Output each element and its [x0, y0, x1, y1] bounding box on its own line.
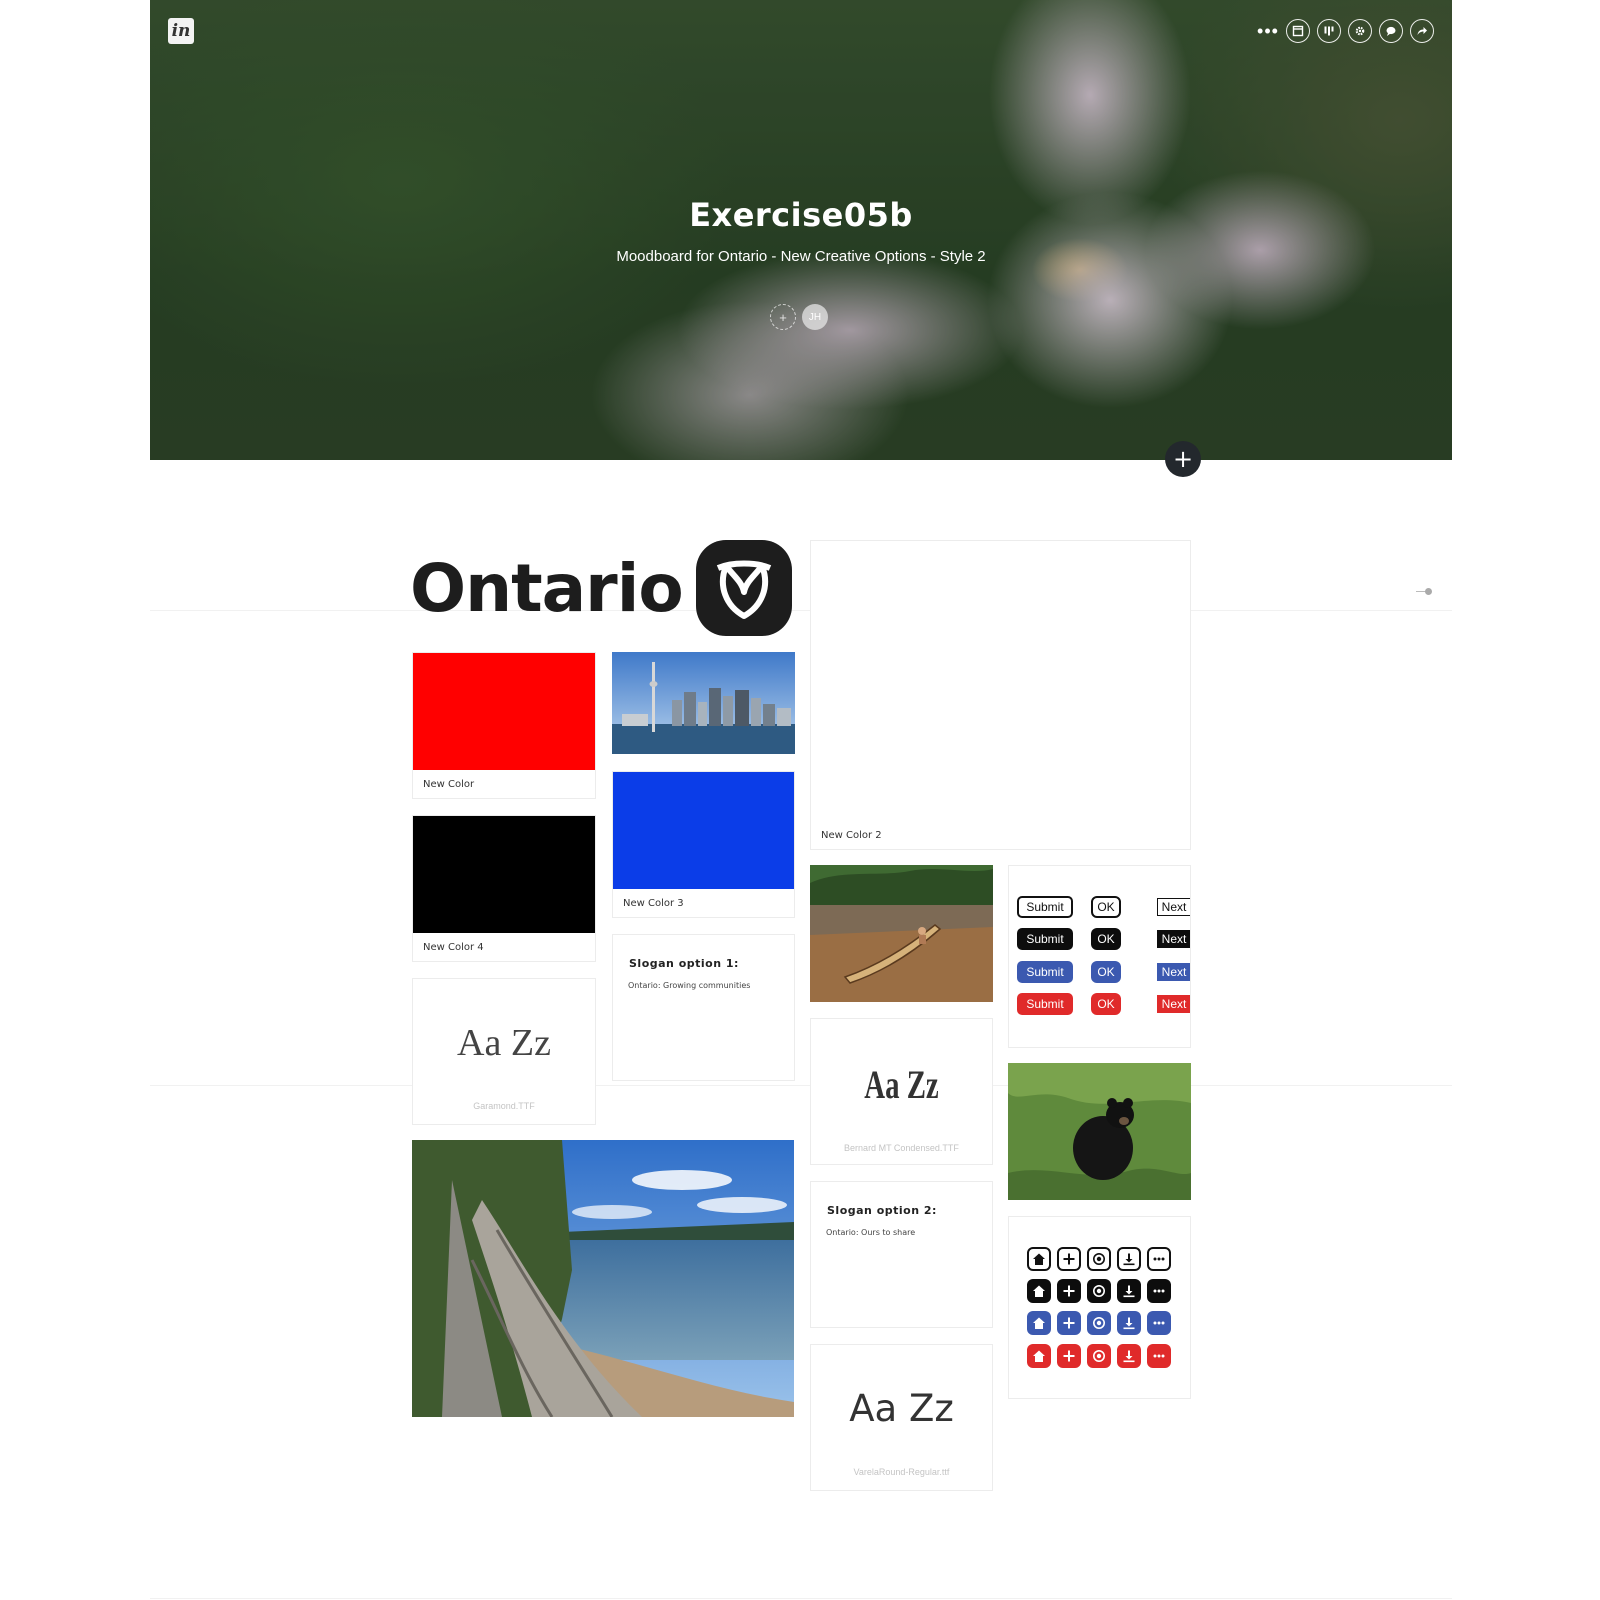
board-cover: in ••• Exercise05b Moodboard for Ontario…: [150, 0, 1452, 460]
ok-button-red: OK: [1091, 993, 1121, 1015]
ontario-logo[interactable]: Ontario: [410, 538, 792, 638]
font-name: Bernard MT Condensed.TTF: [844, 1143, 959, 1153]
more-options-icon[interactable]: •••: [1257, 19, 1279, 43]
trillium-icon: [1087, 1247, 1111, 1271]
download-icon: [1117, 1279, 1141, 1303]
color-card[interactable]: New Color 2: [810, 540, 1191, 850]
color-label: New Color: [423, 779, 475, 790]
slogan-card[interactable]: Slogan option 1: Ontario: Growing commun…: [612, 934, 795, 1081]
next-button-outline: Next: [1157, 898, 1190, 916]
next-button-black: Next: [1157, 930, 1190, 948]
avatar[interactable]: JH: [802, 304, 828, 330]
more-icon: [1147, 1279, 1171, 1303]
collaborators: + JH: [770, 304, 828, 330]
font-sample: Aa Zz: [457, 1022, 551, 1064]
font-sample: Aa Zz: [849, 1387, 954, 1430]
download-icon: [1117, 1247, 1141, 1271]
driftwood-shore-photo[interactable]: [412, 1140, 794, 1417]
slogan-title: Slogan option 1:: [629, 957, 739, 970]
row-resize-handle[interactable]: [1416, 588, 1432, 596]
plus-icon: [1057, 1311, 1081, 1335]
layout-icon[interactable]: [1286, 19, 1310, 43]
row-divider: [150, 610, 1452, 611]
submit-button-blue: Submit: [1017, 961, 1073, 983]
ok-button-blue: OK: [1091, 961, 1121, 983]
color-label: New Color 3: [623, 898, 684, 909]
trillium-icon: [1087, 1279, 1111, 1303]
slogan-text: Ontario: Growing communities: [628, 981, 751, 990]
add-collaborator-button[interactable]: +: [770, 304, 796, 330]
more-icon: [1147, 1344, 1171, 1368]
board-toolbar: •••: [1257, 19, 1434, 43]
ontario-wordmark: Ontario: [410, 550, 684, 627]
invision-logo[interactable]: in: [168, 18, 194, 44]
row-divider: [150, 1598, 1452, 1599]
download-icon: [1117, 1311, 1141, 1335]
plus-icon: [1057, 1247, 1081, 1271]
gear-icon[interactable]: [1348, 19, 1372, 43]
color-swatch: [413, 653, 595, 770]
share-icon[interactable]: [1410, 19, 1434, 43]
font-card[interactable]: Aa Zz Bernard MT Condensed.TTF: [810, 1018, 993, 1165]
color-card[interactable]: New Color: [412, 652, 596, 799]
submit-button-black: Submit: [1017, 928, 1073, 950]
color-swatch: [613, 772, 794, 889]
slogan-card[interactable]: Slogan option 2: Ontario: Ours to share: [810, 1181, 993, 1328]
color-label: New Color 2: [821, 830, 882, 841]
font-name: Garamond.TTF: [473, 1101, 535, 1111]
color-label: New Color 4: [423, 942, 484, 953]
more-icon: [1147, 1247, 1171, 1271]
button-styles-card[interactable]: Submit OK Next Submit OK Next Submit OK …: [1008, 865, 1191, 1048]
more-icon: [1147, 1311, 1171, 1335]
plus-icon: [1057, 1279, 1081, 1303]
row-divider: [150, 1085, 1452, 1086]
slogan-text: Ontario: Ours to share: [826, 1228, 916, 1237]
font-name: VarelaRound-Regular.ttf: [853, 1467, 950, 1477]
home-icon: [1027, 1311, 1051, 1335]
color-swatch: [811, 541, 1190, 821]
trillium-icon: [1087, 1344, 1111, 1368]
canoe-lake-photo[interactable]: [810, 865, 993, 1002]
trillium-icon: [1087, 1311, 1111, 1335]
board-subtitle: Moodboard for Ontario - New Creative Opt…: [616, 248, 986, 265]
color-swatch: [413, 816, 595, 933]
font-card[interactable]: Aa Zz VarelaRound-Regular.ttf: [810, 1344, 993, 1491]
download-icon: [1117, 1344, 1141, 1368]
submit-button-red: Submit: [1017, 993, 1073, 1015]
add-section-button[interactable]: +: [1165, 441, 1201, 477]
comment-icon[interactable]: [1379, 19, 1403, 43]
home-icon: [1027, 1279, 1051, 1303]
board-icon[interactable]: [1317, 19, 1341, 43]
plus-icon: [1057, 1344, 1081, 1368]
next-button-red: Next: [1157, 995, 1190, 1013]
toronto-skyline-photo[interactable]: [612, 652, 795, 754]
ok-button-outline: OK: [1091, 896, 1121, 918]
slogan-title: Slogan option 2:: [827, 1204, 937, 1217]
color-card[interactable]: New Color 4: [412, 815, 596, 962]
font-sample: Aa Zz: [864, 1062, 939, 1107]
icon-set-card[interactable]: [1008, 1216, 1191, 1399]
trillium-logo-icon: [696, 540, 792, 636]
board-title: Exercise05b: [689, 196, 913, 234]
black-bear-photo[interactable]: [1008, 1063, 1191, 1200]
color-card[interactable]: New Color 3: [612, 771, 795, 918]
home-icon: [1027, 1247, 1051, 1271]
home-icon: [1027, 1344, 1051, 1368]
font-card[interactable]: Aa Zz Garamond.TTF: [412, 978, 596, 1125]
ok-button-black: OK: [1091, 928, 1121, 950]
next-button-blue: Next: [1157, 963, 1190, 981]
submit-button-outline: Submit: [1017, 896, 1073, 918]
